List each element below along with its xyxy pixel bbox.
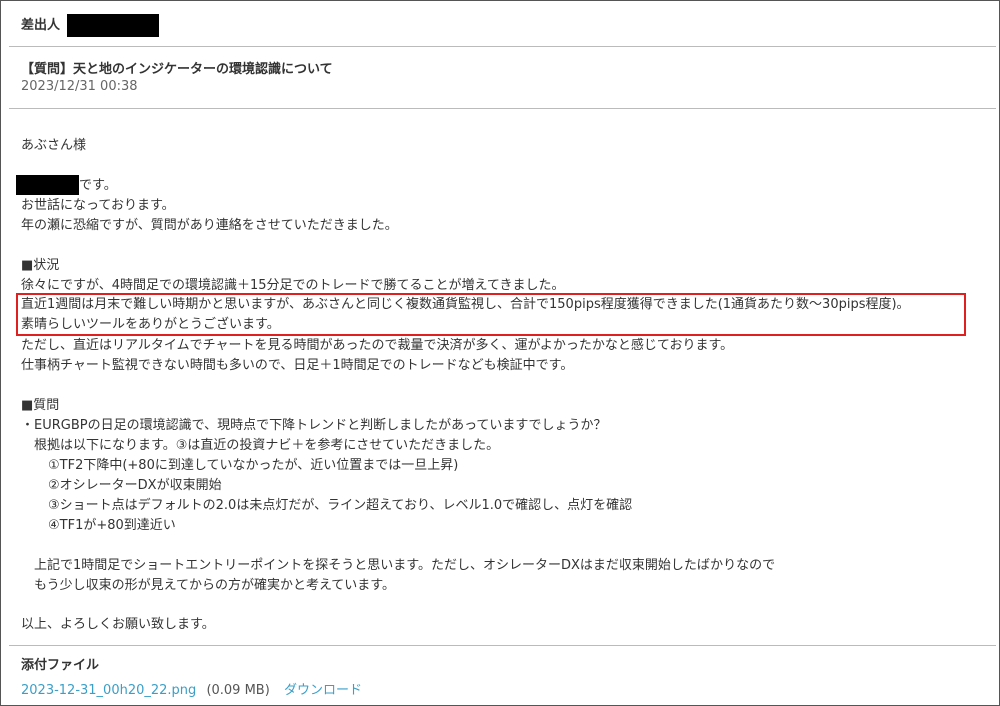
divider-header: [9, 108, 996, 109]
divider-top: [9, 46, 996, 47]
body-line: 上記で1時間足でショートエントリーポイントを探そうと思います。ただし、オシレータ…: [34, 558, 776, 573]
divider-attachments: [9, 645, 996, 646]
body-line: ・EURGBPの日足の環境認識で、現時点で下降トレンドと判断しましたがあっていま…: [21, 418, 607, 433]
message-subject: 【質問】天と地のインジケーターの環境認識について: [21, 62, 333, 77]
closing-line: 以上、よろしくお願い致します。: [21, 617, 215, 632]
body-line: お世話になっております。: [21, 198, 175, 213]
body-line: 根拠は以下になります。③は直近の投資ナビ＋を参考にさせていただきました。: [34, 438, 500, 453]
body-line: 仕事柄チャート監視できない時間も多いので、日足＋1時間足でのトレードなども検証中…: [21, 358, 574, 373]
sender-row: 差出人: [21, 15, 60, 37]
message-view: 差出人 【質問】天と地のインジケーターの環境認識について 2023/12/31 …: [0, 0, 1000, 706]
highlighted-line: 素晴らしいツールをありがとうございます。: [21, 317, 280, 332]
name-redaction: [16, 175, 79, 195]
section-heading-status: ■状況: [21, 258, 60, 273]
body-line: もう少し収束の形が見えてからの方が確実かと考えています。: [34, 578, 396, 593]
attachments-title: 添付ファイル: [21, 658, 100, 673]
attachment-item: 2023-12-31_00h20_22.png (0.09 MB) ダウンロード: [21, 679, 362, 698]
highlighted-line: 直近1週間は月末で難しい時期かと思いますが、あぶさんと同じく複数通貨監視し、合計…: [21, 297, 910, 312]
message-datetime: 2023/12/31 00:38: [21, 79, 138, 94]
body-line: 年の瀬に恐縮ですが、質問があり連絡をさせていただきました。: [21, 218, 398, 233]
attachment-file-link[interactable]: 2023-12-31_00h20_22.png: [21, 683, 196, 698]
attachment-file-size: (0.09 MB): [206, 683, 270, 698]
sender-redaction: [67, 14, 159, 37]
sender-label: 差出人: [21, 18, 61, 33]
intro-line: です。: [79, 178, 117, 193]
list-item: ③ショート点はデフォルトの2.0は未点灯だが、ライン超えており、レベル1.0で確…: [48, 498, 633, 513]
list-item: ④TF1が+80到達近い: [48, 518, 176, 533]
download-link[interactable]: ダウンロード: [284, 683, 362, 698]
section-heading-question: ■質問: [21, 398, 60, 413]
list-item: ②オシレーターDXが収束開始: [48, 478, 222, 493]
body-line: ただし、直近はリアルタイムでチャートを見る時間があったので裁量で決済が多く、運が…: [21, 338, 734, 353]
list-item: ①TF2下降中(+80に到達していなかったが、近い位置までは一旦上昇): [48, 458, 459, 473]
greeting: あぶさん様: [21, 138, 87, 153]
